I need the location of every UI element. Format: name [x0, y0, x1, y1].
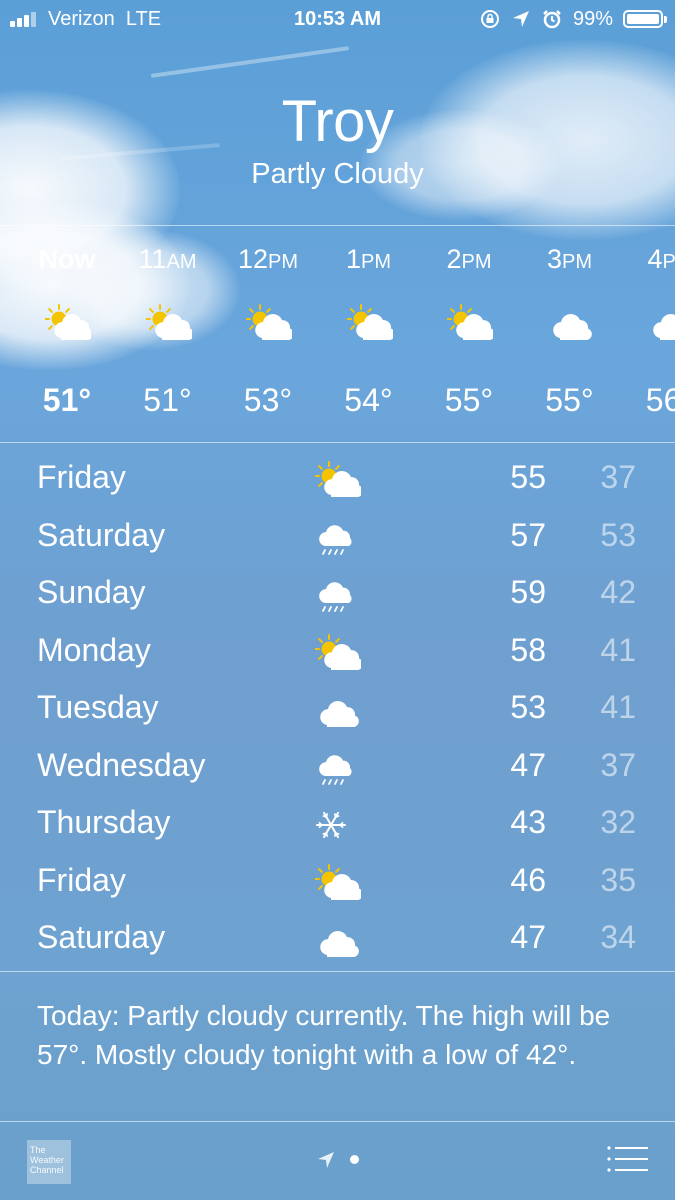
cloudy-icon	[648, 304, 675, 342]
cloudy-icon	[315, 691, 361, 729]
city-name: Troy	[281, 89, 394, 154]
day-high-temp: 47	[510, 919, 546, 955]
today-summary: Today: Partly cloudy currently. The high…	[37, 1000, 611, 1070]
hourly-temp: 51°	[42, 382, 92, 418]
day-name: Friday	[37, 861, 126, 898]
day-high-temp: 47	[510, 746, 546, 783]
day-low-temp: 34	[600, 919, 636, 955]
day-high-temp: 58	[510, 631, 546, 668]
day-low-temp: 41	[600, 689, 636, 725]
day-high-temp: 46	[510, 861, 546, 898]
current-location-icon[interactable]	[316, 1150, 336, 1170]
day-low-temp: 37	[600, 746, 636, 783]
day-name: Saturday	[37, 516, 166, 553]
day-low-temp: 53	[600, 516, 636, 553]
day-name: Thursday	[37, 804, 171, 840]
hourly-temp: 53°	[243, 382, 293, 418]
partly-cloudy-icon	[314, 633, 363, 672]
partly-cloudy-icon	[144, 304, 194, 342]
hourly-time: 4PM	[647, 244, 675, 274]
divider	[0, 442, 675, 443]
partly-cloudy-icon	[44, 304, 93, 342]
day-name: Wednesday	[37, 746, 206, 783]
partly-cloudy-icon	[314, 461, 363, 499]
rain-icon	[315, 749, 361, 787]
day-high-temp: 55	[510, 459, 546, 495]
daily-row: Saturday 57 53	[0, 509, 675, 566]
daily-row: Saturday 47 34	[0, 911, 675, 968]
day-low-temp: 42	[600, 574, 636, 610]
day-low-temp: 41	[600, 631, 636, 668]
daily-row: Wednesday 47 37	[0, 739, 675, 796]
day-name: Sunday	[37, 574, 146, 610]
partly-cloudy-icon	[245, 304, 294, 342]
daily-row: Sunday 59 42	[0, 566, 675, 623]
divider	[0, 971, 675, 972]
battery-percent: 99%	[572, 7, 613, 30]
daily-row: Thursday 43 32	[0, 796, 675, 853]
day-high-temp: 59	[510, 574, 546, 610]
rain-icon	[315, 519, 361, 557]
page-indicator-dot[interactable]	[350, 1155, 359, 1164]
day-high-temp: 53	[510, 689, 546, 725]
hourly-time: Now	[38, 244, 96, 274]
hourly-forecast[interactable]: Now 51° 11AM 51° 12PM 53° 1PM 54° 2PM 55° 3PM 55° 4P…	[0, 226, 675, 442]
daily-row: Tuesday 53 41	[0, 681, 675, 738]
logo-text: The Weather Channel	[30, 1145, 64, 1175]
hourly-time: 11AM	[138, 244, 197, 274]
day-name: Tuesday	[37, 689, 159, 725]
day-low-temp: 32	[600, 804, 636, 840]
snow-icon	[315, 806, 361, 844]
day-low-temp: 35	[600, 861, 636, 898]
hourly-temp: 55°	[444, 382, 494, 418]
rain-icon	[315, 576, 361, 614]
current-condition: Partly Cloudy	[251, 158, 424, 190]
daily-row: Friday 55 37	[0, 451, 675, 508]
cloudy-icon	[548, 304, 594, 342]
daily-row: Monday 58 41	[0, 624, 675, 681]
day-high-temp: 43	[510, 804, 546, 840]
partly-cloudy-icon	[345, 304, 395, 342]
day-name: Saturday	[37, 919, 166, 955]
status-bar: Verizon LTE 10:53 AM 99%	[0, 0, 675, 38]
hourly-time: 3PM	[546, 244, 593, 274]
alarm-icon	[543, 10, 561, 29]
hourly-temp: 54°	[344, 382, 393, 418]
city-list-icon[interactable]	[606, 1144, 648, 1174]
hourly-temp: 56°	[645, 382, 675, 418]
bottom-toolbar: The Weather Channel	[0, 1122, 675, 1200]
day-name: Friday	[37, 459, 126, 495]
daily-row: Friday 46 35	[0, 854, 675, 911]
weather-channel-logo[interactable]: The Weather Channel	[27, 1140, 71, 1184]
rotation-lock-icon	[480, 10, 499, 28]
hourly-time: 2PM	[446, 244, 492, 274]
battery-icon	[623, 10, 667, 28]
day-high-temp: 57	[510, 516, 546, 553]
hourly-time: 12PM	[237, 244, 299, 274]
partly-cloudy-icon	[314, 863, 363, 902]
hourly-temp: 55°	[545, 382, 594, 418]
hourly-temp: 51°	[143, 382, 192, 418]
day-name: Monday	[37, 631, 151, 668]
cloudy-icon	[315, 921, 361, 959]
location-icon	[512, 11, 529, 27]
hourly-time: 1PM	[345, 244, 392, 274]
day-low-temp: 37	[600, 459, 636, 495]
status-indicators: 99%	[479, 6, 667, 32]
partly-cloudy-icon	[446, 304, 495, 342]
